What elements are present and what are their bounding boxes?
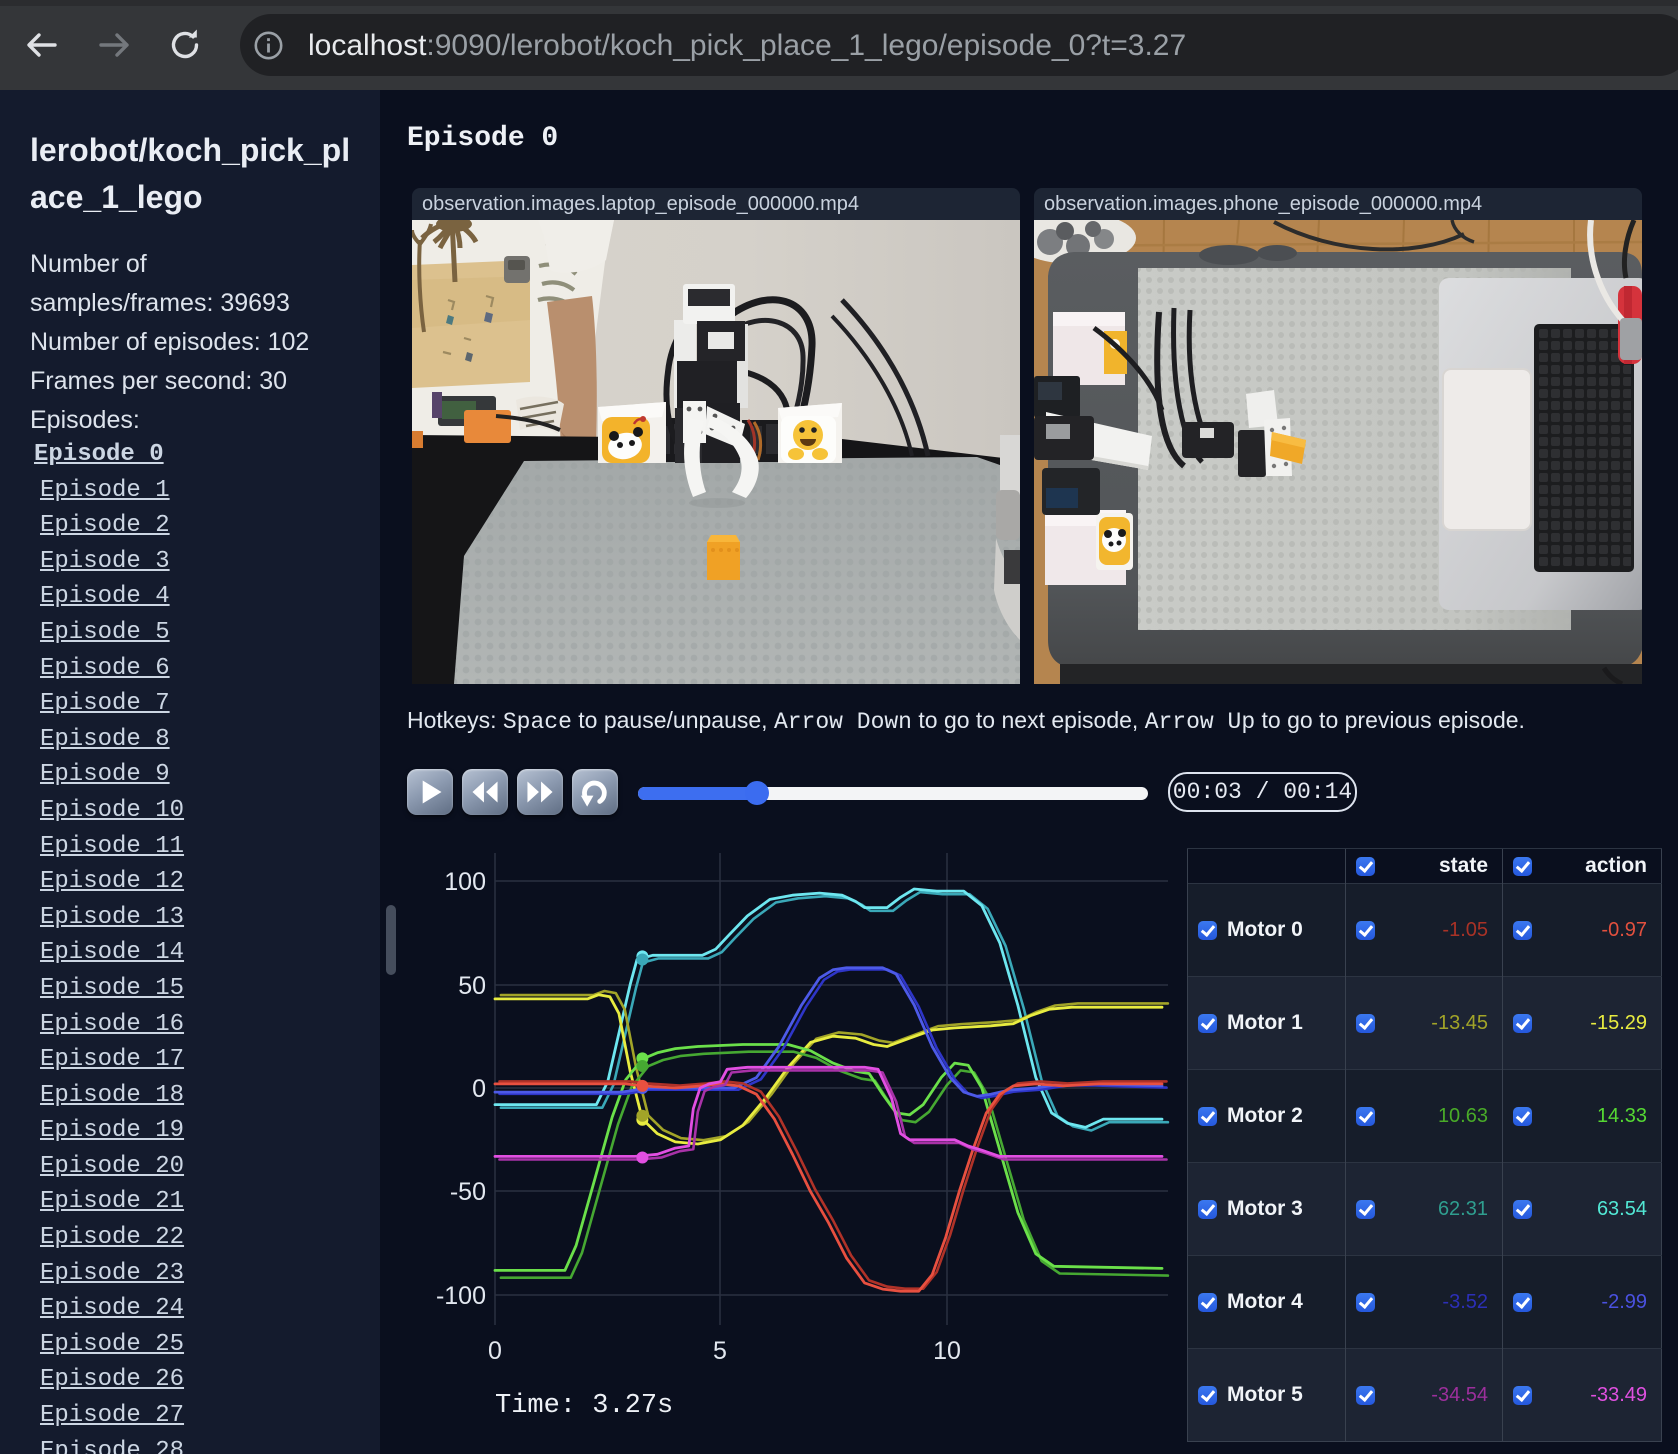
svg-text:0: 0: [488, 1337, 502, 1365]
svg-text:-50: -50: [450, 1178, 486, 1206]
svg-text:10: 10: [933, 1337, 961, 1365]
svg-text:5: 5: [713, 1337, 727, 1365]
svg-text:-100: -100: [436, 1282, 486, 1310]
svg-text:100: 100: [444, 868, 486, 896]
svg-text:50: 50: [458, 972, 486, 1000]
svg-text:0: 0: [472, 1075, 486, 1103]
